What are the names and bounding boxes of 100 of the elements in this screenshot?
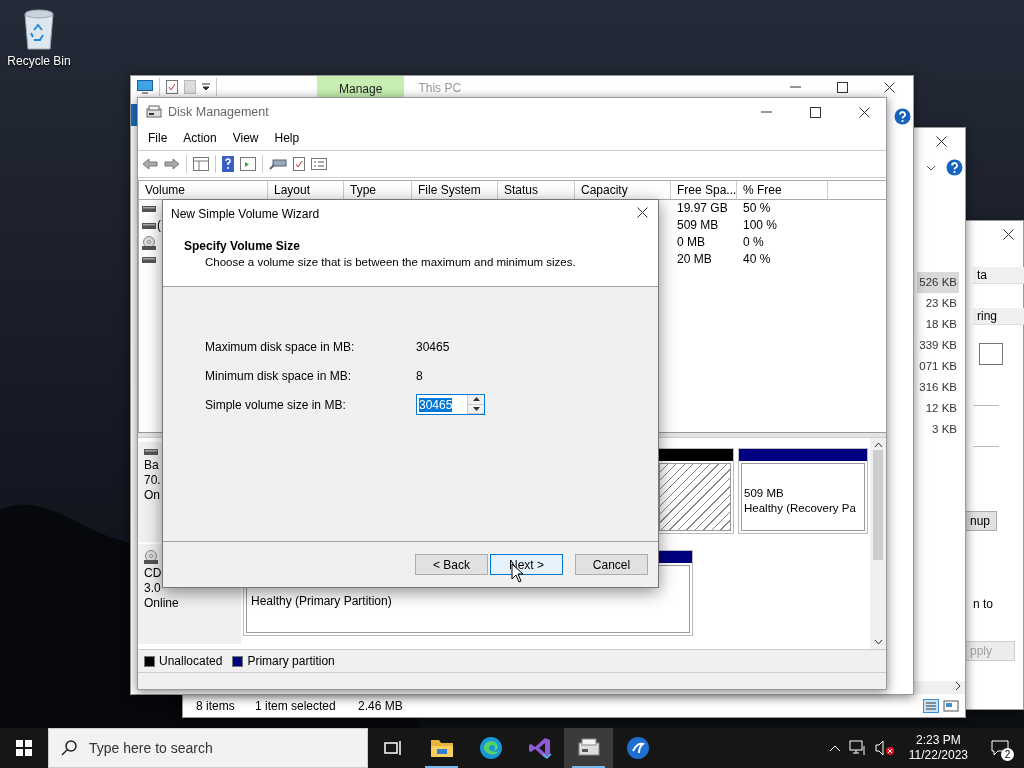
panel-play-icon[interactable] [240,157,256,171]
file-size-cell[interactable]: 3 KB [930,419,959,440]
maximize-icon[interactable] [810,106,821,118]
infinity-logo-icon [527,736,552,760]
disc-icon [142,235,156,250]
scroll-down-icon [873,639,883,645]
spin-up-icon[interactable] [472,397,480,402]
item-count: 8 items [196,698,236,713]
file-size-cell[interactable]: 339 KB [917,335,959,356]
table-cell-text: 19.97 GB [676,200,729,217]
wizard-button[interactable]: < Back [415,554,488,575]
circle-app-icon [625,736,650,760]
window-title: Disk Management [168,105,269,119]
menu-item[interactable]: File [140,131,176,145]
column-header[interactable]: Free Spa... [671,181,737,200]
scroll-right-icon[interactable] [955,681,961,691]
panel-icon[interactable] [193,157,209,171]
table-cell-text: 40 % [742,251,772,268]
file-size-cell[interactable]: 071 KB [917,356,959,377]
wave-logo-icon [478,736,503,760]
size-spinner-field[interactable]: 30465 [416,394,485,415]
monitor-icon[interactable] [137,80,153,94]
partition-size: 509 MB [744,486,785,501]
selection-size: 2.46 MB [358,698,403,713]
drive-icon [144,448,158,456]
wizard-button[interactable]: Next > [490,554,563,575]
disk-info-text: CD [144,566,163,581]
table-cell-text: 0 % [742,234,765,251]
scrollbar[interactable] [870,438,886,649]
table-cell-text: 0 MB [676,234,706,251]
close-icon[interactable] [884,81,895,93]
table-cell-text: 100 % [742,217,779,234]
drive-box-icon [146,105,162,119]
speaker-icon[interactable] [874,740,895,756]
help-icon[interactable] [894,108,911,125]
selection-info: 1 item selected [255,698,337,713]
scroll-up-icon [873,442,883,448]
back-arrow-icon[interactable] [142,158,158,170]
drive-icon [142,255,156,264]
window-title: This PC [418,80,462,97]
checklist-icon[interactable] [166,80,178,94]
clock-date[interactable]: 11/22/2023 [908,748,968,763]
field-label: Minimum disk space in MB: [205,368,352,383]
search-field[interactable]: Type here to search [48,728,368,768]
close-icon[interactable] [936,136,947,147]
chevron-down-icon[interactable] [926,164,936,171]
drive-icon [142,204,156,213]
column-header[interactable]: % Free [737,181,828,200]
menu-item[interactable]: Action [175,131,225,145]
partition-status: Healthy (Primary Partition) [251,594,393,609]
details-view-icon[interactable] [923,698,939,713]
wizard-heading: Specify Volume Size [184,239,301,253]
ribbon-tab[interactable]: Manage [317,76,405,98]
clock-time[interactable]: 2:23 PM [916,733,961,748]
file-size-cell[interactable]: 316 KB [917,377,959,398]
field-value: 30465 [416,339,450,354]
table-cell-text: 50 % [742,200,772,217]
tiles-view-icon[interactable] [943,698,959,713]
drive-icon [142,221,156,230]
partition-block[interactable] [656,448,734,534]
table-cell-text: 509 MB [676,217,720,234]
help-book-icon[interactable] [222,156,234,172]
volume-name: ( [157,217,161,234]
notification-icon[interactable] [991,740,1009,756]
file-size-cell[interactable]: 18 KB [923,314,959,335]
forward-arrow-icon[interactable] [164,158,180,170]
windows-start-icon[interactable] [16,740,32,756]
disk-info-text: Online [144,596,180,611]
disk-info-text: On [144,488,161,503]
chevron-up-icon[interactable] [828,744,841,752]
help-icon[interactable] [946,159,963,176]
column-header[interactable]: Volume [139,181,268,200]
maximize-icon[interactable] [837,81,848,93]
file-size-cell[interactable]: 526 KB [917,272,959,293]
properties-icon[interactable] [311,158,327,170]
field-label: Simple volume size in MB: [205,397,346,412]
close-icon[interactable] [1003,229,1014,240]
recycle-bin-icon[interactable] [21,8,57,50]
disc-icon [144,550,158,564]
disk-info-text: Ba [144,458,160,473]
partition-block[interactable]: 509 MB Healthy (Recovery Pa [738,448,868,534]
drive-icon[interactable] [269,158,287,170]
option-text: n to [973,597,994,611]
close-icon[interactable] [637,206,648,218]
close-icon[interactable] [859,106,870,118]
wizard-button[interactable]: Cancel [575,554,648,575]
desktop-icon-label[interactable]: Recycle Bin [7,54,71,68]
dropdown-icon[interactable] [202,83,210,91]
file-size-cell[interactable]: 23 KB [923,293,959,314]
column-header[interactable]: ta [973,267,1024,284]
field-label: Maximum disk space in MB: [205,339,355,354]
checklist-icon[interactable] [293,157,305,171]
input-field[interactable] [979,343,1003,365]
menu-item[interactable]: Help [266,131,308,145]
partition-status: Healthy (Recovery Pa [744,501,857,516]
network-icon[interactable] [848,740,867,756]
legend-label: Unallocated [159,654,223,668]
file-size-cell[interactable]: 12 KB [923,398,959,419]
column-header[interactable]: ring [973,308,1024,325]
menu-item[interactable]: View [224,131,267,145]
